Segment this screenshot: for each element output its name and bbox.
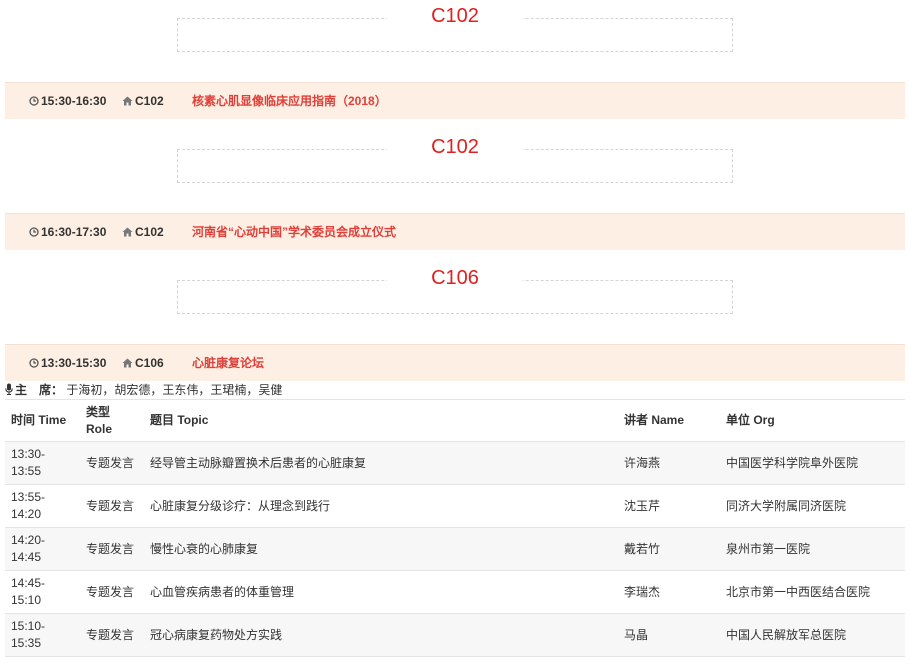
row-role: 专题发言 xyxy=(80,613,144,657)
session-time-text: 16:30-17:30 xyxy=(41,225,107,239)
row-topic: 经导管主动脉瓣置换术后患者的心脏康复 xyxy=(144,441,618,485)
row-topic: 慢性心衰的心肺康复 xyxy=(144,527,618,571)
row-speaker: 戴若竹 xyxy=(618,527,720,571)
row-time: 14:45-15:10 xyxy=(5,570,80,614)
header-name: 讲者 Name xyxy=(618,399,720,442)
chair-label: 主 席： xyxy=(15,383,64,397)
home-icon xyxy=(122,96,133,106)
clock-icon xyxy=(29,358,39,368)
session-time-text: 13:30-15:30 xyxy=(41,356,107,370)
session-room-text: C106 xyxy=(135,356,164,370)
room-title: C102 xyxy=(387,2,523,30)
row-time: 13:55-14:20 xyxy=(5,484,80,528)
session-time: 16:30-17:30 xyxy=(29,214,106,250)
session-bar[interactable]: 16:30-17:30 C102 河南省“心动中国”学术委员会成立仪式 xyxy=(5,213,905,250)
row-speaker: 马晶 xyxy=(618,613,720,657)
session-room-text: C102 xyxy=(135,94,164,108)
header-role: 类型 Role xyxy=(80,399,144,442)
session-title[interactable]: 心脏康复论坛 xyxy=(192,345,264,381)
row-time: 15:10-15:35 xyxy=(5,613,80,657)
home-icon xyxy=(122,358,133,368)
row-speaker: 许海燕 xyxy=(618,441,720,485)
row-org: 北京市第一中西医结合医院 xyxy=(720,570,905,614)
table-row: 13:55-14:20 专题发言 心脏康复分级诊疗：从理念到践行 沈玉芹 同济大… xyxy=(5,484,905,528)
room-title: C106 xyxy=(387,264,523,292)
row-time: 14:20-14:45 xyxy=(5,527,80,571)
row-time: 13:30-13:55 xyxy=(5,441,80,485)
room-title: C102 xyxy=(387,133,523,161)
row-role: 专题发言 xyxy=(80,570,144,614)
clock-icon xyxy=(29,96,39,106)
row-org: 泉州市第一医院 xyxy=(720,527,905,571)
microphone-icon xyxy=(5,383,13,395)
home-icon xyxy=(122,227,133,237)
room-header: C102 xyxy=(177,2,733,52)
header-org: 单位 Org xyxy=(720,399,905,442)
row-speaker: 李瑞杰 xyxy=(618,570,720,614)
session-title[interactable]: 核素心肌显像临床应用指南（2018） xyxy=(192,83,387,119)
row-speaker: 沈玉芹 xyxy=(618,484,720,528)
row-topic: 心脏康复分级诊疗：从理念到践行 xyxy=(144,484,618,528)
table-row: 15:10-15:35 专题发言 冠心病康复药物处方实践 马晶 中国人民解放军总… xyxy=(5,613,905,657)
row-topic: 冠心病康复药物处方实践 xyxy=(144,613,618,657)
chair-names: 于海初，胡宏德，王东伟，王珺楠，吴健 xyxy=(66,383,283,397)
chair-line: 主 席： 于海初，胡宏德，王东伟，王珺楠，吴健 xyxy=(5,381,282,399)
table-row: 14:20-14:45 专题发言 慢性心衰的心肺康复 戴若竹 泉州市第一医院 xyxy=(5,527,905,571)
session-bar[interactable]: 15:30-16:30 C102 核素心肌显像临床应用指南（2018） xyxy=(5,82,905,119)
row-org: 同济大学附属同济医院 xyxy=(720,484,905,528)
session-time: 15:30-16:30 xyxy=(29,83,106,119)
row-org: 中国医学科学院阜外医院 xyxy=(720,441,905,485)
row-role: 专题发言 xyxy=(80,527,144,571)
schedule-table: 时间 Time 类型 Role 题目 Topic 讲者 Name 单位 Org … xyxy=(5,399,905,657)
table-row: 14:45-15:10 专题发言 心血管疾病患者的体重管理 李瑞杰 北京市第一中… xyxy=(5,570,905,614)
row-role: 专题发言 xyxy=(80,484,144,528)
session-time-text: 15:30-16:30 xyxy=(41,94,107,108)
row-role: 专题发言 xyxy=(80,441,144,485)
room-header: C106 xyxy=(177,264,733,314)
session-time: 13:30-15:30 xyxy=(29,345,106,381)
session-room: C106 xyxy=(122,345,164,381)
session-bar[interactable]: 13:30-15:30 C106 心脏康复论坛 xyxy=(5,344,905,381)
row-topic: 心血管疾病患者的体重管理 xyxy=(144,570,618,614)
header-topic: 题目 Topic xyxy=(144,399,618,442)
session-title[interactable]: 河南省“心动中国”学术委员会成立仪式 xyxy=(192,214,396,250)
session-room: C102 xyxy=(122,214,164,250)
room-header: C102 xyxy=(177,133,733,183)
table-header-row: 时间 Time 类型 Role 题目 Topic 讲者 Name 单位 Org xyxy=(5,399,905,442)
session-room-text: C102 xyxy=(135,225,164,239)
table-row: 13:30-13:55 专题发言 经导管主动脉瓣置换术后患者的心脏康复 许海燕 … xyxy=(5,441,905,485)
header-time: 时间 Time xyxy=(5,399,80,442)
clock-icon xyxy=(29,227,39,237)
session-room: C102 xyxy=(122,83,164,119)
row-org: 中国人民解放军总医院 xyxy=(720,613,905,657)
